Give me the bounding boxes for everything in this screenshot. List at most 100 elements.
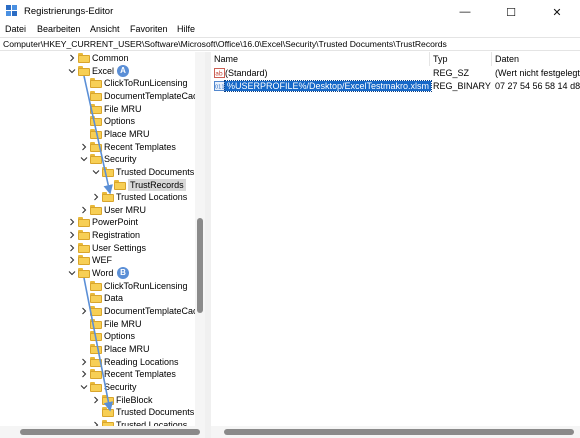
chevron-right-icon[interactable] <box>80 370 88 378</box>
address-path[interactable]: Computer\HKEY_CURRENT_USER\Software\Micr… <box>3 39 447 49</box>
tree-item[interactable]: Options <box>0 115 205 127</box>
chevron-down-icon[interactable] <box>80 383 88 391</box>
chevron-right-icon[interactable] <box>80 358 88 366</box>
maximize-icon: ☐ <box>506 6 516 19</box>
folder-icon <box>90 343 102 354</box>
tree-item[interactable]: Place MRU <box>0 128 205 140</box>
tree-item[interactable]: Registration <box>0 229 205 241</box>
tree-item[interactable]: Data <box>0 292 205 304</box>
column-separator[interactable] <box>429 52 430 66</box>
key-tree-pane[interactable]: Common Excel ClickToRunLicensing DocumentTe… <box>0 52 205 438</box>
tree-item-label: Excel <box>92 65 115 76</box>
tree-item[interactable]: Security <box>0 153 205 165</box>
tree-item[interactable]: File MRU <box>0 103 205 115</box>
menu-bearbeiten[interactable]: Bearbeiten <box>37 24 81 34</box>
tree-item[interactable]: Excel <box>0 65 205 77</box>
folder-icon <box>78 217 90 228</box>
chevron-right-icon[interactable] <box>80 307 88 315</box>
tree-item-label: Common <box>92 53 129 63</box>
value-name[interactable]: %USERPROFILE%/Desktop/ExcelTestmakro.xls… <box>223 80 433 92</box>
value-name[interactable]: (Standard) <box>225 68 268 78</box>
chevron-right-icon[interactable] <box>68 231 76 239</box>
minimize-button[interactable]: — <box>442 0 488 24</box>
chevron-right-icon[interactable] <box>68 218 76 226</box>
folder-icon <box>90 141 102 152</box>
tree-item[interactable]: PowerPoint <box>0 216 205 228</box>
chevron-right-icon[interactable] <box>80 143 88 151</box>
tree-item[interactable]: File MRU <box>0 318 205 330</box>
folder-icon <box>90 318 102 329</box>
tree-horizontal-scroll-thumb[interactable] <box>20 429 200 435</box>
maximize-button[interactable]: ☐ <box>488 0 534 24</box>
chevron-right-icon[interactable] <box>92 193 100 201</box>
column-header-type[interactable]: Typ <box>433 54 448 64</box>
tree-item-label: Recent Templates <box>104 369 176 380</box>
tree-item-label: DocumentTemplateCac <box>104 306 198 316</box>
tree-item[interactable]: Trusted Locations <box>0 191 205 203</box>
tree-item[interactable]: DocumentTemplateCac <box>0 305 205 317</box>
folder-icon <box>102 166 114 177</box>
folder-icon <box>102 407 114 418</box>
close-button[interactable]: ✕ <box>534 0 580 24</box>
tree-item[interactable]: Recent Templates <box>0 368 205 380</box>
value-data: (Wert nicht festgelegt) <box>495 68 580 78</box>
window-title: Registrierungs-Editor <box>24 6 114 17</box>
chevron-right-icon[interactable] <box>80 206 88 214</box>
tree-item-label: Trusted Documents <box>116 166 195 177</box>
chevron-right-icon[interactable] <box>68 54 76 62</box>
tree-item[interactable]: DocumentTemplateCac <box>0 90 205 102</box>
tree-item[interactable]: TrustRecords <box>0 178 205 191</box>
value-row[interactable]: ab (Standard) REG_SZ (Wert nicht festgelegt… <box>211 67 580 80</box>
tree-item[interactable]: Trusted Documents <box>0 166 205 178</box>
tree-item[interactable]: Options <box>0 330 205 342</box>
chevron-down-icon[interactable] <box>80 155 88 163</box>
folder-icon <box>102 192 114 203</box>
tree-item-label: Options <box>104 116 136 127</box>
folder-icon <box>90 331 102 342</box>
folder-icon <box>90 90 102 101</box>
chevron-down-icon[interactable] <box>68 269 76 277</box>
tree-item[interactable]: Trusted Documents <box>0 406 205 418</box>
column-header-name[interactable]: Name <box>214 54 238 64</box>
address-bar[interactable]: Computer\HKEY_CURRENT_USER\Software\Micr… <box>0 37 580 51</box>
tree-item[interactable]: Recent Templates <box>0 141 205 153</box>
close-icon: ✕ <box>552 6 562 19</box>
chevron-right-icon[interactable] <box>92 396 100 404</box>
tree-item[interactable]: ClickToRunLicensing <box>0 280 205 292</box>
tree-vertical-scroll-thumb[interactable] <box>197 218 203 313</box>
tree-item[interactable]: Place MRU <box>0 343 205 355</box>
menu-favoriten[interactable]: Favoriten <box>130 24 168 34</box>
chevron-down-icon[interactable] <box>68 67 76 75</box>
tree-item-label: DocumentTemplateCac <box>104 90 198 101</box>
tree-item[interactable]: WEF <box>0 254 205 266</box>
column-header-data[interactable]: Daten <box>495 54 519 64</box>
tree-item-label: File MRU <box>104 318 142 329</box>
menu-datei[interactable]: Datei <box>5 24 26 34</box>
folder-icon <box>90 154 102 165</box>
tree-item[interactable]: Word <box>0 267 205 279</box>
folder-icon <box>90 293 102 304</box>
tree-item-label: Word <box>92 268 114 279</box>
string-value-icon: ab <box>214 68 225 78</box>
tree-item[interactable]: Common <box>0 52 205 64</box>
menu-ansicht[interactable]: Ansicht <box>90 24 120 34</box>
tree-item[interactable]: ClickToRunLicensing <box>0 77 205 89</box>
chevron-right-icon[interactable] <box>68 244 76 252</box>
tree-item[interactable]: User Settings <box>0 242 205 254</box>
tree-item[interactable]: Reading Locations <box>0 356 205 368</box>
values-horizontal-scroll-thumb[interactable] <box>224 429 574 435</box>
chevron-right-icon[interactable] <box>68 256 76 264</box>
menu-bar: Datei Bearbeiten Ansicht Favoriten Hilfe <box>0 22 580 37</box>
tree-item-label: ClickToRunLicensing <box>104 78 188 89</box>
tree-item[interactable]: User MRU <box>0 204 205 216</box>
menu-hilfe[interactable]: Hilfe <box>177 24 195 34</box>
column-separator[interactable] <box>491 52 492 66</box>
value-row[interactable]: 011 %USERPROFILE%/Desktop/ExcelTestmakro.… <box>211 80 580 93</box>
tree-item[interactable]: FileBlock <box>0 394 205 406</box>
tree-item[interactable]: Security <box>0 381 205 393</box>
folder-icon <box>90 78 102 89</box>
values-list-pane[interactable]: Name Typ Daten ab (Standard) REG_SZ (Wert n… <box>211 52 580 438</box>
folder-icon <box>90 128 102 139</box>
chevron-down-icon[interactable] <box>92 168 100 176</box>
folder-icon <box>78 268 90 279</box>
